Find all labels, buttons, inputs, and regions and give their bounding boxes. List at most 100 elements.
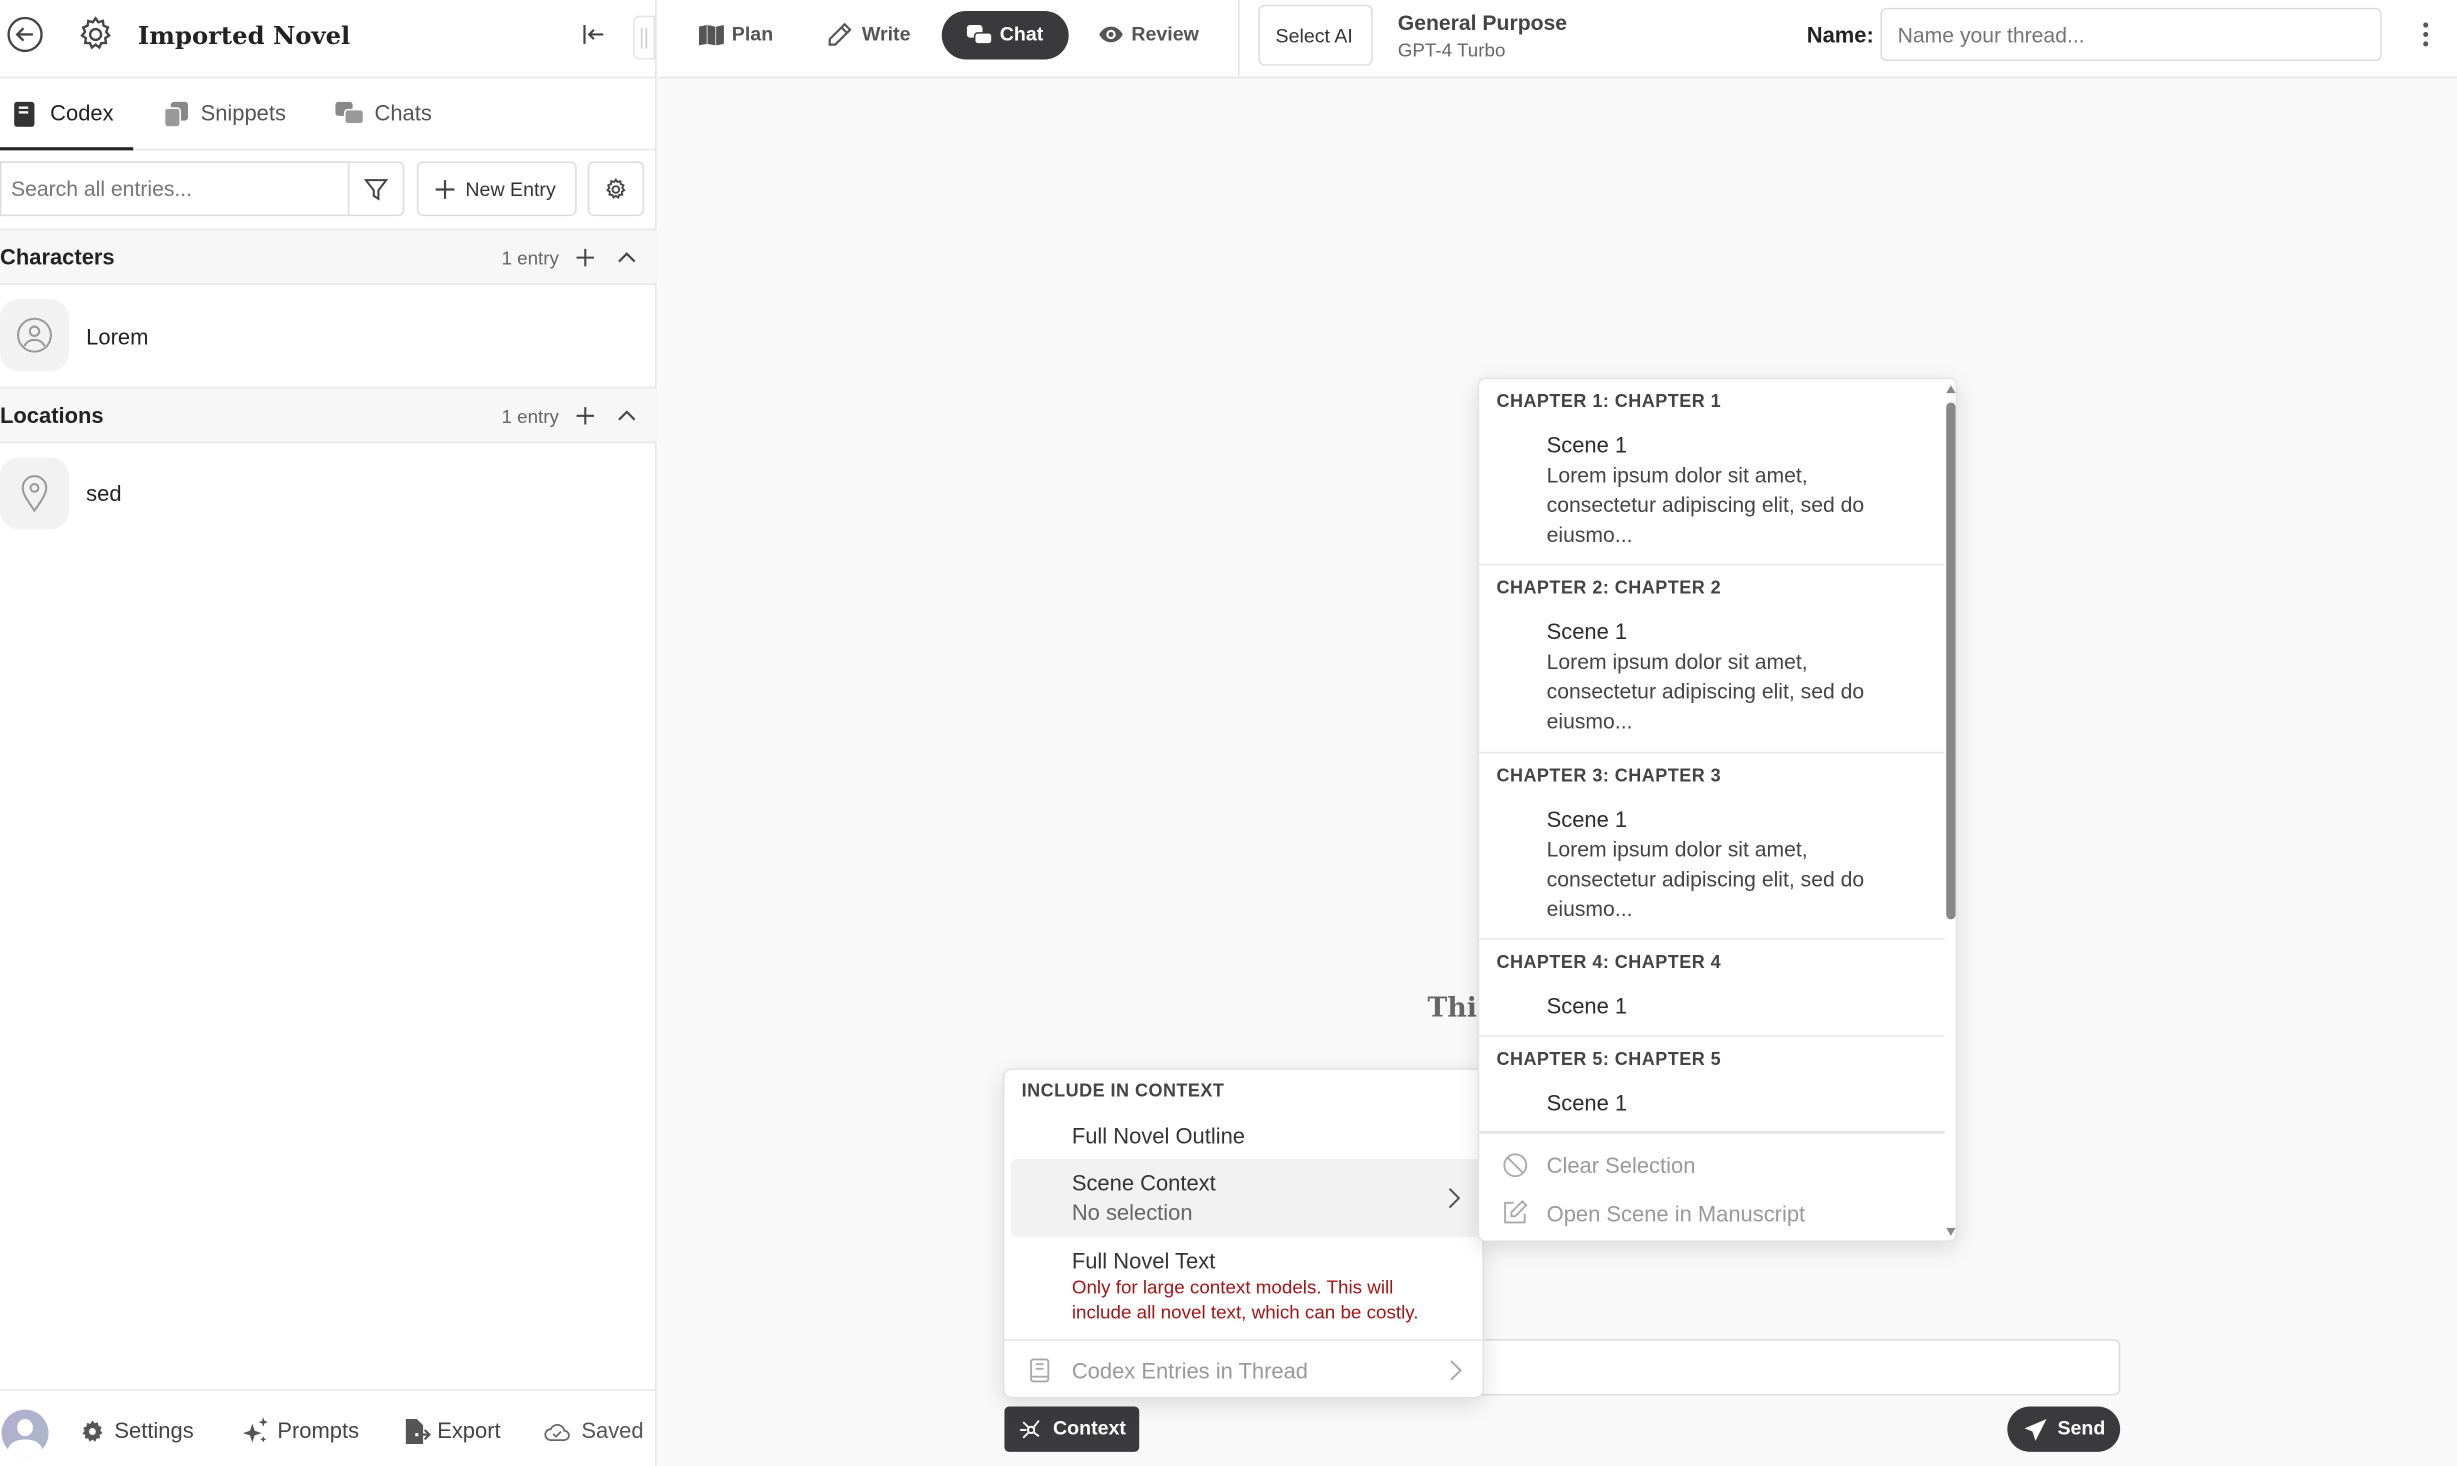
chevron-up-icon[interactable] (617, 249, 636, 265)
snippets-icon (164, 101, 189, 127)
chevron-right-icon (1448, 1187, 1461, 1209)
chapter-section: CHAPTER 2: CHAPTER 2 Scene 1 Lorem ipsum… (1479, 565, 1945, 754)
scene-option[interactable]: Scene 1 Lorem ipsum dolor sit amet, cons… (1479, 423, 1944, 561)
person-icon (0, 299, 69, 372)
send-button[interactable]: Send (2007, 1406, 2121, 1452)
menu-item-full-outline[interactable]: Full Novel Outline (1011, 1114, 1478, 1158)
scene-title: Scene 1 (1546, 1090, 1628, 1116)
chevron-up-icon[interactable] (617, 407, 636, 423)
scene-description: Lorem ipsum dolor sit amet, consectetur … (1546, 649, 1865, 733)
chats-icon (335, 101, 364, 127)
entry-name: Lorem (86, 324, 149, 350)
context-label: Context (1053, 1417, 1126, 1440)
chapter-title: CHAPTER 3: CHAPTER 3 (1496, 767, 1722, 787)
sidebar-footer: Settings Prompts Export Saved (0, 1389, 657, 1466)
chat-bubbles-icon (966, 25, 992, 47)
entry-count: 1 entry (501, 247, 559, 270)
menu-item-codex-entries[interactable]: Codex Entries in Thread (1011, 1345, 1478, 1392)
group-header-characters[interactable]: Characters 1 entry (0, 228, 657, 286)
menu-item-label: Full Novel Outline (1071, 1122, 1245, 1149)
mode-chat[interactable]: Chat (941, 10, 1069, 60)
scene-description: Lorem ipsum dolor sit amet, consectetur … (1546, 463, 1865, 547)
model-id: GPT-4 Turbo (1397, 39, 1506, 62)
back-arrow-icon[interactable] (6, 16, 44, 54)
add-entry-icon[interactable] (575, 406, 595, 426)
context-button[interactable]: Context (1004, 1406, 1140, 1452)
clear-selection-option[interactable]: Clear Selection (1479, 1143, 1944, 1187)
scene-description: Lorem ipsum dolor sit amet, consectetur … (1546, 837, 1865, 921)
clear-selection-label: Clear Selection (1546, 1152, 1696, 1178)
mode-label: Chat (999, 23, 1044, 46)
scene-selector-dropdown: CHAPTER 1: CHAPTER 1 Scene 1 Lorem ipsum… (1477, 377, 1958, 1242)
context-menu: INCLUDE IN CONTEXT Full Novel Outline Sc… (1002, 1068, 1486, 1399)
scene-title: Scene 1 (1546, 432, 1628, 458)
warning-text: Only for large context models. This will… (1071, 1276, 1419, 1323)
codex-settings-button[interactable] (587, 161, 645, 217)
scene-option[interactable]: Scene 1 Lorem ipsum dolor sit amet, cons… (1479, 797, 1944, 935)
menu-item-sublabel: No selection (1071, 1199, 1193, 1225)
top-bar: Plan Write Chat Review Select AI General… (658, 0, 2457, 79)
export-file-icon (404, 1417, 431, 1445)
saved-label: Saved (581, 1417, 644, 1443)
model-name: General Purpose (1397, 10, 1568, 35)
eye-icon (1098, 23, 1123, 45)
mode-plan[interactable]: Plan (698, 20, 793, 51)
menu-item-label: Codex Entries in Thread (1071, 1357, 1309, 1383)
scrollbar[interactable] (1943, 379, 1956, 1240)
gear-icon (603, 176, 628, 201)
menu-item-scene-context[interactable]: Scene Context No selection (1010, 1158, 1484, 1238)
divider (1004, 1339, 1486, 1341)
chapter-section: CHAPTER 3: CHAPTER 3 Scene 1 Lorem ipsum… (1479, 753, 1945, 940)
novel-title: Imported Novel (137, 20, 351, 51)
group-header-locations[interactable]: Locations 1 entry (0, 386, 657, 444)
chapter-title: CHAPTER 2: CHAPTER 2 (1496, 579, 1722, 599)
entry-name: sed (86, 480, 122, 506)
more-vertical-icon[interactable] (2423, 22, 2429, 47)
filter-button[interactable] (347, 161, 405, 217)
map-icon (698, 25, 724, 46)
settings-button[interactable]: Settings (80, 1417, 205, 1448)
export-button[interactable]: Export (404, 1417, 514, 1448)
thread-name-input[interactable] (1880, 7, 2382, 62)
chevron-right-icon (1449, 1359, 1462, 1381)
send-label: Send (2057, 1417, 2106, 1440)
chapter-section: CHAPTER 4: CHAPTER 4 Scene 1 (1479, 940, 1945, 1037)
context-menu-heading: INCLUDE IN CONTEXT (1021, 1082, 1225, 1102)
new-entry-label: New Entry (465, 178, 556, 201)
plus-icon (434, 179, 456, 201)
tab-codex[interactable]: Codex (0, 78, 134, 151)
mode-write[interactable]: Write (827, 20, 921, 51)
tab-snippets[interactable]: Snippets (161, 78, 302, 150)
open-scene-option[interactable]: Open Scene in Manuscript (1479, 1192, 1944, 1236)
resize-handle[interactable] (633, 15, 656, 60)
menu-item-full-text[interactable]: Full Novel Text Only for large context m… (1011, 1239, 1478, 1339)
chapter-section: CHAPTER 5: CHAPTER 5 Scene 1 (1479, 1037, 1945, 1134)
edit-icon (1503, 1199, 1528, 1225)
scene-option[interactable]: Scene 1 (1479, 1081, 1944, 1128)
book-outline-icon (1030, 1358, 1050, 1383)
gear-icon[interactable] (75, 14, 116, 55)
mode-review[interactable]: Review (1098, 20, 1208, 51)
select-ai-button[interactable]: Select AI (1258, 4, 1373, 66)
chat-input[interactable] (1472, 1339, 2121, 1396)
collapse-sidebar-icon[interactable] (581, 22, 606, 47)
export-label: Export (437, 1417, 501, 1443)
filter-icon (363, 176, 389, 201)
tab-chats[interactable]: Chats (335, 78, 460, 150)
add-entry-icon[interactable] (575, 247, 595, 267)
sidebar-header: Imported Novel (0, 0, 657, 79)
search-input[interactable] (0, 161, 350, 217)
new-entry-button[interactable]: New Entry (416, 161, 577, 217)
ban-icon (1503, 1153, 1528, 1178)
list-item[interactable]: Lorem (0, 285, 657, 385)
avatar[interactable] (1, 1409, 49, 1457)
tab-label: Chats (374, 100, 432, 126)
list-item[interactable]: sed (0, 443, 657, 543)
paper-plane-icon (2023, 1417, 2048, 1442)
scene-option[interactable]: Scene 1 (1479, 984, 1944, 1031)
scrollbar-thumb[interactable] (1946, 402, 1956, 920)
map-pin-icon (0, 457, 69, 530)
scene-option[interactable]: Scene 1 Lorem ipsum dolor sit amet, cons… (1479, 609, 1944, 747)
prompts-button[interactable]: Prompts (242, 1417, 368, 1448)
mode-label: Plan (731, 23, 774, 46)
